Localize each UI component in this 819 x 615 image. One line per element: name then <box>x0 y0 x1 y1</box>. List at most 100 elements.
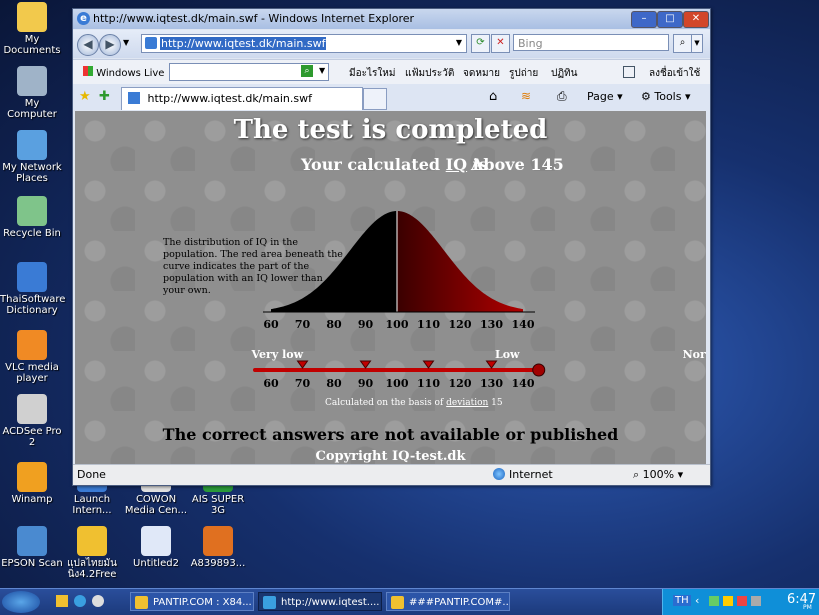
windows-live-link[interactable]: Windows Live <box>83 66 164 79</box>
start-button[interactable] <box>2 591 40 613</box>
task-label: PANTIP.COM : X84... <box>153 597 252 608</box>
links-calendar[interactable]: ปฏิทิน <box>551 66 578 81</box>
task-pantip-2[interactable]: ###PANTIP.COM#... <box>386 592 510 611</box>
desktop-shortcut[interactable]: ThaiSoftware Dictionary <box>0 262 66 316</box>
close-button[interactable]: ✕ <box>683 11 709 28</box>
zoom-control[interactable]: ⌕ 100% ▾ <box>633 468 683 482</box>
refresh-icon[interactable]: ⟳ <box>471 34 490 53</box>
iq-distribution-chart: 60 70 80 90 100 110 120 130 140 Very low Low Normal… <box>251 211 706 390</box>
task-pantip-1[interactable]: PANTIP.COM : X84... <box>130 592 254 611</box>
quicklaunch-ie-icon[interactable] <box>74 595 86 607</box>
task-icon <box>135 596 148 609</box>
tray-app-icon[interactable] <box>737 596 747 606</box>
page-menu[interactable]: Page ▾ <box>587 90 623 103</box>
links-toolbar: Windows Live ⌕ ▼ มีอะไรใหม่ แฟ้มประวัติ … <box>73 59 710 85</box>
tab-bar: ★ ✚ http://www.iqtest.dk/main.swf ⌂ ≋ ⎙ … <box>73 84 710 110</box>
task-iqtest[interactable]: http://www.iqtest.... <box>258 592 382 611</box>
task-label: ###PANTIP.COM#... <box>409 597 510 608</box>
desktop-shortcut[interactable]: Recycle Bin <box>0 196 64 239</box>
desktop-shortcut[interactable]: Untitled2 <box>124 526 188 569</box>
vlc-icon <box>17 330 47 360</box>
task-icon <box>263 596 276 609</box>
tray-security-icon[interactable] <box>723 596 733 606</box>
tick-label-bottom: 130 <box>480 377 503 390</box>
system-tray: TH ‹ 6:47 PM <box>662 589 819 615</box>
desktop-shortcut-label: AIS SUPER 3G <box>191 494 245 516</box>
tick-label-top: 100 <box>386 318 409 331</box>
links-whatsnew[interactable]: มีอะไรใหม่ <box>349 66 395 81</box>
tab-page-icon <box>128 92 140 104</box>
desktop-shortcut-label: ThaiSoftware Dictionary <box>0 294 66 316</box>
add-favorites-icon[interactable]: ✚ <box>99 89 110 104</box>
tick-label-bottom: 70 <box>295 377 311 390</box>
desktop-shortcut[interactable]: VLC media player <box>0 330 64 384</box>
task-icon <box>391 596 404 609</box>
print-icon[interactable]: ⎙ <box>557 89 567 104</box>
my-documents-icon <box>17 2 47 32</box>
maximize-button[interactable]: □ <box>657 11 683 28</box>
forward-button[interactable]: ▶ <box>99 34 121 56</box>
title-bar[interactable]: e http://www.iqtest.dk/main.swf - Window… <box>73 9 710 29</box>
tab-main[interactable]: http://www.iqtest.dk/main.swf <box>121 87 363 110</box>
tools-menu[interactable]: ⚙ Tools ▾ <box>641 90 691 103</box>
desktop-shortcut[interactable]: My Documents <box>0 2 64 56</box>
links-photos[interactable]: รูปถ่าย <box>509 66 538 81</box>
checkbox-icon[interactable] <box>623 66 635 78</box>
task-label: http://www.iqtest.... <box>281 597 380 608</box>
tick-label-bottom: 80 <box>326 377 342 390</box>
links-history[interactable]: แฟ้มประวัติ <box>405 66 454 81</box>
page-icon <box>145 37 157 49</box>
browser-window: e http://www.iqtest.dk/main.swf - Window… <box>72 8 711 486</box>
live-search-dropdown-icon[interactable]: ▼ <box>319 66 325 75</box>
home-icon[interactable]: ⌂ <box>489 89 497 104</box>
back-button[interactable]: ◀ <box>77 34 99 56</box>
desktop-shortcut[interactable]: A839893... <box>186 526 250 569</box>
clock-time[interactable]: 6:47 <box>787 592 816 607</box>
search-options-icon[interactable]: ▼ <box>691 34 703 53</box>
quicklaunch-media-icon[interactable] <box>92 595 104 607</box>
language-indicator[interactable]: TH <box>673 595 691 606</box>
epson-scan-icon <box>17 526 47 556</box>
scale-label: Low <box>495 348 520 361</box>
scale-marker <box>485 360 498 369</box>
feeds-icon[interactable]: ≋ <box>521 89 531 103</box>
desktop-shortcut[interactable]: แปลไทยมัน นิ่ง4.2Free <box>60 526 124 580</box>
tick-label-bottom: 100 <box>386 377 409 390</box>
signin-link[interactable]: ลงชื่อเข้าใช้ <box>649 66 700 81</box>
tick-label-top: 140 <box>512 318 535 331</box>
tray-expand-icon[interactable]: ‹ <box>695 594 699 607</box>
url-text[interactable]: http://www.iqtest.dk/main.swf <box>160 37 327 50</box>
desktop-shortcut[interactable]: EPSON Scan <box>0 526 64 569</box>
tick-label-top: 110 <box>417 318 440 331</box>
desktop-shortcut-label: Recycle Bin <box>3 228 61 239</box>
chevron-down-icon[interactable]: ▼ <box>456 38 462 47</box>
desktop-shortcut-label: A839893... <box>190 558 246 569</box>
stop-icon[interactable]: ✕ <box>491 34 510 53</box>
search-go-icon[interactable]: ⌕ <box>301 65 313 77</box>
desktop-shortcut-label: VLC media player <box>5 362 59 384</box>
tray-network-icon[interactable] <box>709 596 719 606</box>
new-tab-button[interactable] <box>363 88 387 110</box>
links-mail[interactable]: จดหมาย <box>463 66 500 81</box>
tab-label: http://www.iqtest.dk/main.swf <box>147 92 312 105</box>
history-dropdown-icon[interactable]: ▼ <box>123 38 129 47</box>
desktop-shortcut[interactable]: Winamp <box>0 462 64 505</box>
quicklaunch-folder-icon[interactable] <box>56 595 68 607</box>
search-icon[interactable]: ⌕ <box>673 34 692 53</box>
desktop-shortcut[interactable]: My Network Places <box>0 130 64 184</box>
favorites-star-icon[interactable]: ★ <box>79 89 91 104</box>
search-input[interactable]: Bing <box>513 34 669 51</box>
desktop-shortcut[interactable]: ACDSee Pro 2 <box>0 394 64 448</box>
deviation-link[interactable]: deviation <box>446 398 488 408</box>
status-text: Done <box>77 468 106 481</box>
address-bar: ◀ ▶ ▼ http://www.iqtest.dk/main.swf ▼ ⟳ … <box>73 30 710 58</box>
tick-label-bottom: 120 <box>449 377 472 390</box>
url-field[interactable]: http://www.iqtest.dk/main.swf ▼ <box>141 34 467 53</box>
tick-label-top: 60 <box>263 318 279 331</box>
network-places-icon <box>17 130 47 160</box>
tray-volume-icon[interactable] <box>751 596 761 606</box>
desktop-shortcut[interactable]: My Computer <box>0 66 64 120</box>
minimize-button[interactable]: – <box>631 11 657 28</box>
tools-menu-label: Tools <box>654 90 682 103</box>
windows-live-label: Windows Live <box>96 68 165 79</box>
